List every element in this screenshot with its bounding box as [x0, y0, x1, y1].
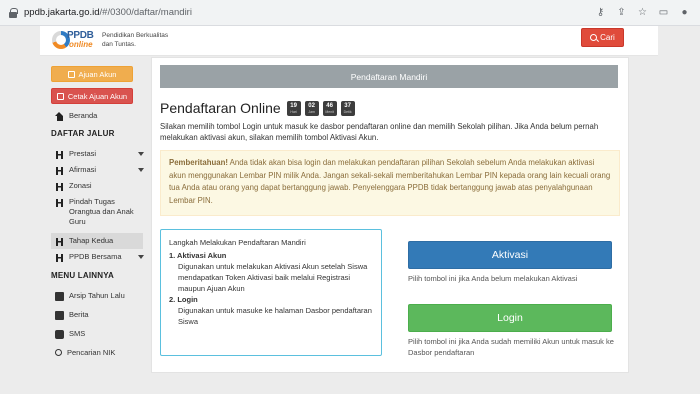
ajuan-akun-label: Ajuan Akun — [78, 69, 117, 79]
chevron-down-icon — [138, 152, 144, 156]
page-title: Pendaftaran Online — [160, 100, 281, 116]
login-button[interactable]: Login — [408, 304, 612, 332]
share-icon[interactable]: ⇪ — [616, 7, 627, 18]
road-icon — [55, 181, 64, 191]
search-icon — [590, 34, 598, 41]
sidebar-item-label: Arsip Tahun Lalu — [69, 291, 125, 300]
steps-title: Langkah Melakukan Pendaftaran Mandiri — [169, 238, 306, 247]
intro-text: Silakan memilih tombol Login untuk masuk… — [160, 122, 599, 142]
countdown-unit: Jam — [308, 109, 315, 114]
tagline-line-2: dan Tuntas. — [102, 41, 136, 48]
sidebar-item-label: Pencarian NIK — [67, 348, 116, 357]
countdown-days: 19 Hari — [286, 100, 301, 116]
countdown-value: 37 — [344, 102, 351, 109]
news-icon — [55, 310, 64, 320]
countdown-unit: Detik — [343, 109, 352, 114]
browser-address-bar: ppdb.jakarta.go.id/#/0300/daftar/mandiri… — [0, 0, 700, 26]
logo-subtext: online — [69, 40, 93, 49]
sidebar-item-ppdb-bersama[interactable]: PPDB Bersama — [51, 249, 147, 265]
countdown-minutes: 46 Menit — [322, 100, 337, 116]
sidebar-item-prestasi[interactable]: Prestasi — [51, 146, 147, 162]
aktivasi-button[interactable]: Aktivasi — [408, 241, 612, 269]
steps-panel: Langkah Melakukan Pendaftaran Mandiri 1.… — [160, 229, 382, 356]
sidebar-item-label: SMS — [69, 329, 86, 338]
profile-icon[interactable]: ● — [679, 7, 690, 18]
chevron-down-icon — [138, 255, 144, 259]
ajuan-akun-button[interactable]: Ajuan Akun — [51, 66, 133, 82]
cetak-ajuan-akun-label: Cetak Ajuan Akun — [67, 91, 128, 101]
menu-lainnya-title: MENU LAINNYA — [51, 271, 114, 280]
tagline: Pendidikan Berkualitas dan Tuntas. — [102, 31, 168, 49]
step-1-description: Digunakan untuk melakukan Aktivasi Akun … — [178, 262, 368, 293]
site-header: PPDB online Pendidikan Berkualitas dan T… — [40, 26, 658, 56]
search-icon — [55, 348, 62, 356]
home-icon — [55, 111, 64, 121]
sidebar-item-pindah-tugas[interactable]: Pindah Tugas Orangtua dan Anak Guru — [51, 194, 147, 230]
action-column: Aktivasi Pilih tombol ini jika Anda belu… — [408, 241, 614, 358]
countdown-hours: 02 Jam — [304, 100, 319, 116]
sidebar-item-tahap-kedua[interactable]: Tahap Kedua — [51, 233, 143, 249]
warning-alert: Pemberitahuan! Anda tidak akan bisa logi… — [160, 150, 620, 216]
login-hint: Pilih tombol ini jika Anda sudah memilik… — [408, 337, 614, 357]
countdown-unit: Menit — [325, 109, 334, 114]
sidebar-item-label: Zonasi — [69, 181, 92, 190]
countdown-seconds: 37 Detik — [340, 100, 355, 116]
road-icon — [55, 197, 64, 207]
sidebar-item-label: Berita — [69, 310, 89, 319]
sidebar-item-label: Prestasi — [69, 149, 97, 158]
tagline-line-1: Pendidikan Berkualitas — [102, 32, 169, 39]
sidebar-item-pencarian-nik[interactable]: Pencarian NIK — [51, 345, 147, 361]
ppdb-logo[interactable]: PPDB online — [52, 29, 98, 51]
step-2-heading: 2. Login — [169, 295, 198, 304]
key-icon[interactable]: ⚷ — [595, 7, 606, 18]
aktivasi-hint: Pilih tombol ini jika Anda belum melakuk… — [408, 274, 578, 283]
sidebar-item-sms[interactable]: SMS — [51, 326, 147, 342]
sidebar-item-zonasi[interactable]: Zonasi — [51, 178, 147, 194]
archive-icon — [55, 291, 64, 301]
url-field[interactable]: ppdb.jakarta.go.id/#/0300/daftar/mandiri — [0, 7, 595, 18]
main-panel: Pendaftaran Mandiri Pendaftaran Online 1… — [151, 57, 629, 373]
sidebar-item-label: Tahap Kedua — [69, 236, 114, 245]
road-icon — [55, 149, 64, 159]
sidebar-item-arsip[interactable]: Arsip Tahun Lalu — [51, 288, 147, 304]
title-row: Pendaftaran Online 19 Hari 02 Jam 46 Men… — [160, 100, 355, 116]
sidebar-item-label: Beranda — [69, 111, 98, 120]
cetak-ajuan-akun-button[interactable]: Cetak Ajuan Akun — [51, 88, 133, 104]
countdown-value: 19 — [290, 102, 297, 109]
countdown-value: 46 — [326, 102, 333, 109]
sidebar-item-label: PPDB Bersama — [69, 252, 122, 261]
sidebar-item-afirmasi[interactable]: Afirmasi — [51, 162, 147, 178]
user-plus-icon — [67, 70, 75, 78]
alert-text: Anda tidak akan bisa login dan melakukan… — [169, 158, 611, 205]
sidebar-item-label: Pindah Tugas Orangtua dan Anak Guru — [69, 197, 134, 226]
step-1-heading: 1. Aktivasi Akun — [169, 251, 227, 260]
url-text[interactable]: ppdb.jakarta.go.id/#/0300/daftar/mandiri — [24, 7, 192, 18]
road-icon — [55, 165, 64, 175]
step-2-description: Digunakan untuk masuke ke halaman Dasbor… — [178, 306, 372, 326]
sidebar-item-berita[interactable]: Berita — [51, 307, 147, 323]
search-button-label: Cari — [600, 33, 615, 42]
sidebar-item-label: Afirmasi — [69, 165, 97, 174]
page-banner: Pendaftaran Mandiri — [160, 65, 618, 88]
sidebar: Ajuan Akun Cetak Ajuan Akun Beranda DAFT… — [51, 66, 147, 361]
sidebar-item-beranda[interactable]: Beranda — [51, 108, 147, 124]
lock-icon[interactable] — [8, 7, 18, 18]
countdown-unit: Hari — [290, 109, 297, 114]
road-icon — [55, 252, 64, 262]
chat-icon — [55, 329, 64, 339]
star-icon[interactable]: ☆ — [637, 7, 648, 18]
chevron-down-icon — [138, 168, 144, 172]
search-button[interactable]: Cari — [581, 28, 624, 47]
alert-heading: Pemberitahuan! — [169, 158, 228, 167]
road-icon — [55, 236, 64, 246]
print-icon — [56, 92, 64, 100]
daftar-jalur-title: DAFTAR JALUR — [51, 129, 115, 138]
countdown-value: 02 — [308, 102, 315, 109]
window-icon[interactable]: ▭ — [658, 7, 669, 18]
